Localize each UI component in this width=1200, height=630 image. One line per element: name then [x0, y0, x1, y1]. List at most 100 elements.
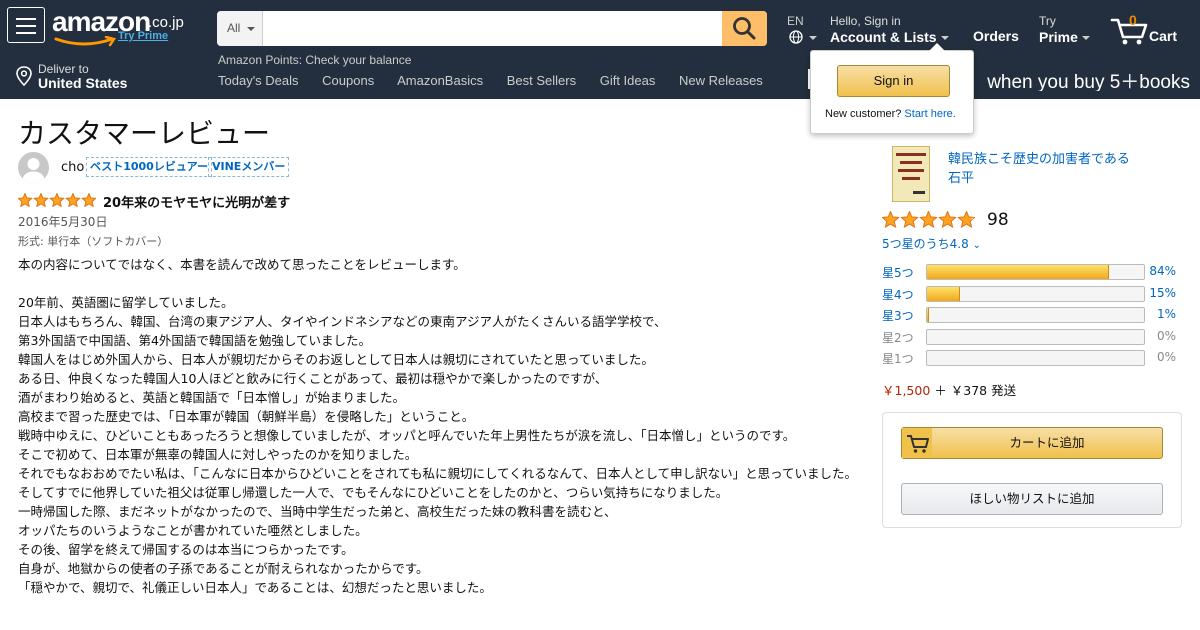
search-input[interactable]	[263, 11, 722, 46]
histogram-star-label: 星2つ	[882, 330, 914, 345]
shipping-cost: ＋ ￥378 発送	[934, 383, 1017, 398]
star-fill	[82, 193, 96, 207]
search-button[interactable]	[722, 11, 767, 46]
hamburger-menu-icon[interactable]	[7, 7, 45, 43]
review-paragraph: 酒がまわり始めると、英語と韓国語で「日本憎し」が始まりました。	[18, 390, 406, 405]
product-star-rating[interactable]	[881, 210, 976, 232]
review-paragraph	[18, 274, 858, 293]
star-rating-icons	[17, 192, 97, 208]
add-to-cart-label: カートに追加	[1009, 435, 1085, 450]
search-category-label: All	[227, 21, 241, 35]
star-fill	[18, 193, 32, 207]
histogram-percent: 0%	[1156, 328, 1176, 343]
smile-arrow-icon	[54, 36, 117, 47]
amazon-points[interactable]: Amazon Points: Check your balance	[218, 53, 411, 67]
histogram-star-label: 星5つ	[882, 266, 914, 280]
review-paragraph: オッパたちのいうようなことが書かれていた唖然としました。	[18, 523, 368, 538]
try-label: Try	[1039, 14, 1056, 28]
add-to-cart-button[interactable]: カートに追加	[901, 427, 1163, 459]
histogram-bar-track	[926, 350, 1145, 366]
average-rating-link[interactable]: 5つ星のうち4.8 ⌄	[882, 235, 981, 252]
start-here-link[interactable]: Start here.	[904, 108, 955, 120]
product-title-link[interactable]: 韓民族こそ歴史の加害者である 石平	[948, 150, 1193, 188]
account-greeting: Hello, Sign in	[830, 14, 901, 28]
amazon-logo[interactable]: amazon .co.jp Try Prime	[52, 6, 192, 48]
star-fill	[901, 211, 918, 228]
histogram-bar-track	[926, 307, 1145, 323]
review-paragraph: 日本人はもちろん、韓国、台湾の東アジア人、タイやインドネシアなどの東南アジア人が…	[18, 314, 667, 329]
cart-label: Cart	[1149, 28, 1178, 44]
histogram-percent: 0%	[1156, 350, 1176, 364]
review-paragraph: その後、留学を終えて帰国するのは本当につらかったです。	[18, 542, 354, 557]
histogram-bar-track	[926, 285, 1145, 302]
review-paragraph: 20年前、英語圏に留学していました。	[18, 295, 234, 310]
histogram-row[interactable]: 星3つ 1%	[882, 305, 1182, 327]
add-to-wishlist-button[interactable]: ほしい物リストに追加	[901, 483, 1163, 515]
nav-link-todays-deals[interactable]: Today's Deals	[218, 73, 299, 88]
language-code: EN	[787, 14, 804, 28]
nav-link-gift-ideas[interactable]: Gift Ideas	[600, 73, 656, 88]
star-fill	[34, 193, 48, 207]
promo-text: when you buy 5＋books	[987, 72, 1190, 91]
nav-bottom-row: Deliver to United States Amazon Points: …	[0, 52, 1200, 99]
review-paragraph: ある日、仲良くなった韓国人10人ほどと飲みに行くことがあって、最初は穏やかで楽し…	[18, 371, 608, 386]
caret-down-icon	[1081, 36, 1090, 41]
star-fill	[66, 193, 80, 207]
histogram-row: 星1つ 0%	[882, 348, 1182, 370]
book-cover-thumbnail[interactable]	[892, 146, 930, 202]
account-lists-menu[interactable]: Hello, Sign in Account & Lists	[830, 14, 949, 45]
nav-link-coupons[interactable]: Coupons	[322, 73, 374, 88]
histogram-bar-fill	[927, 265, 1110, 279]
star-rating-icons	[881, 210, 976, 229]
cart-link[interactable]: 0 Cart	[1110, 12, 1190, 46]
review-paragraph: 「穏やかで、親切で、礼儀正しい日本人」であることは、幻想だったと思いました。	[18, 580, 492, 595]
histogram-row[interactable]: 星5つ 84%	[882, 262, 1182, 284]
review-paragraph: 韓国人をはじめ外国人から、日本人が親切だからそのお返しとして日本人は親切にされて…	[18, 352, 654, 367]
avatar[interactable]	[18, 152, 49, 183]
price-line: ￥1,500 ＋ ￥378 発送	[882, 380, 1016, 399]
user-silhouette-icon	[22, 158, 45, 183]
chevron-down-icon: ⌄	[972, 240, 981, 251]
review-body: 本の内容についてではなく、本書を読んで改めて思ったことをレビューします。 20年…	[18, 255, 858, 597]
top-nav: amazon .co.jp Try Prime All EN Hello, Si…	[0, 0, 1200, 99]
search-category-dropdown[interactable]: All	[217, 11, 263, 46]
histogram-star-label: 星1つ	[882, 352, 914, 366]
try-prime-link[interactable]: Try Prime	[118, 30, 168, 42]
nav-link-new-releases[interactable]: New Releases	[679, 73, 763, 88]
nav-link-amazonbasics[interactable]: AmazonBasics	[397, 73, 483, 88]
language-selector[interactable]: EN	[787, 14, 817, 44]
nav-links: Today's Deals Coupons AmazonBasics Best …	[218, 73, 783, 88]
product-title: 韓民族こそ歴史の加害者である	[948, 152, 1130, 167]
histogram-percent: 1%	[1156, 307, 1176, 321]
signin-button[interactable]: Sign in	[837, 65, 950, 97]
nav-link-best-sellers[interactable]: Best Sellers	[507, 73, 576, 88]
product-price: ￥1,500	[882, 383, 931, 398]
star-fill	[920, 211, 937, 228]
review-paragraph: 戦時中ゆえに、ひどいこともあったろうと想像していましたが、オッパと呼んでいた年上…	[18, 428, 796, 443]
review-paragraph: それでもなおおめでたい私は、「こんなに日本からひどいことをされても私に親切にして…	[18, 466, 858, 481]
cart-icon	[902, 428, 932, 458]
search-icon	[733, 17, 756, 40]
badge-vine-member[interactable]: VINEメンバー	[208, 157, 290, 177]
page-title: カスタマーレビュー	[18, 117, 271, 150]
review-star-rating	[17, 192, 97, 211]
try-prime-menu[interactable]: Try Prime	[1039, 14, 1090, 45]
prime-label: Prime	[1039, 29, 1078, 45]
badge-top-reviewer[interactable]: ベスト1000レビュアー	[86, 157, 212, 177]
new-customer-text: New customer? Start here.	[825, 108, 956, 120]
review-count: 98	[987, 210, 1009, 230]
review-paragraph: 自身が、地獄からの使者の子孫であることが耐えられなかったからです。	[18, 561, 429, 576]
histogram-percent: 84%	[1149, 264, 1176, 278]
orders-link[interactable]: Orders	[973, 28, 1019, 44]
histogram-percent: 15%	[1149, 285, 1176, 300]
deliver-to-label: Deliver to	[38, 62, 89, 76]
reviewer-name[interactable]: cho	[61, 160, 84, 175]
review-paragraph: 一時帰国した際、まだネットがなかったので、当時中学生だった弟と、高校生だった妹の…	[18, 504, 617, 519]
review-paragraph: 本の内容についてではなく、本書を読んで改めて思ったことをレビューします。	[18, 257, 466, 272]
histogram-row[interactable]: 星4つ 15%	[882, 284, 1182, 306]
review-title[interactable]: 20年来のモヤモヤに光明が差す	[103, 192, 290, 211]
globe-icon	[789, 30, 803, 44]
histogram-bar-fill	[927, 286, 960, 301]
cart-count: 0	[1129, 12, 1137, 28]
star-fill	[50, 193, 64, 207]
